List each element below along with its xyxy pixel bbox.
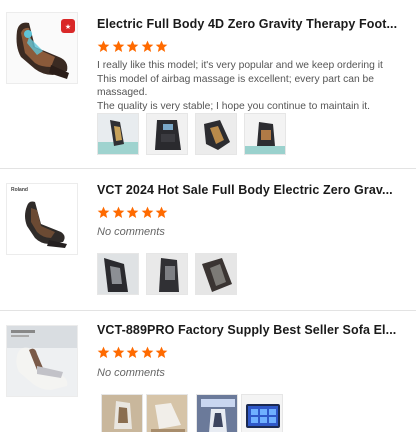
star-icon bbox=[112, 346, 124, 359]
review-photo[interactable] bbox=[195, 253, 237, 295]
review-photo-image bbox=[245, 114, 285, 154]
review-photo-image bbox=[102, 395, 142, 432]
star-icon bbox=[126, 346, 139, 359]
review-photo[interactable] bbox=[97, 113, 139, 155]
star-icon bbox=[112, 206, 124, 219]
review-photo-image bbox=[197, 395, 237, 432]
no-comments-text: No comments bbox=[97, 226, 165, 238]
review-photo[interactable] bbox=[196, 394, 238, 432]
star-icon bbox=[141, 206, 153, 219]
review-photo-image bbox=[147, 395, 187, 432]
review-photo[interactable] bbox=[146, 113, 188, 155]
rating-stars bbox=[97, 206, 168, 220]
comment-line: The quality is very stable; I hope you c… bbox=[97, 100, 371, 112]
no-comments-text: No comments bbox=[97, 367, 165, 379]
product-thumbnail[interactable]: Roland bbox=[6, 183, 78, 255]
review-photo[interactable] bbox=[146, 394, 188, 432]
review-photo-image bbox=[242, 395, 282, 432]
star-icon bbox=[155, 206, 168, 219]
review-item: Roland VCT 2024 Hot Sale Full Body Elect… bbox=[0, 169, 416, 310]
massage-chair-image bbox=[7, 184, 77, 254]
review-photo-image bbox=[98, 254, 138, 294]
review-photo[interactable] bbox=[146, 253, 188, 295]
review-photo[interactable] bbox=[244, 113, 286, 155]
massage-chair-image: ★ bbox=[7, 13, 77, 83]
star-icon bbox=[97, 40, 110, 53]
review-photo-image bbox=[98, 114, 138, 154]
comment-line: This model of airbag massage is excellen… bbox=[97, 73, 375, 99]
product-thumbnail[interactable]: ★ bbox=[6, 12, 78, 84]
review-photo[interactable] bbox=[241, 394, 283, 432]
star-icon bbox=[97, 206, 110, 219]
product-title[interactable]: VCT-889PRO Factory Supply Best Seller So… bbox=[97, 323, 409, 337]
star-icon bbox=[141, 40, 153, 53]
review-photo-image bbox=[147, 114, 187, 154]
brand-label: Roland bbox=[11, 187, 28, 193]
star-icon bbox=[126, 40, 139, 53]
review-comment: I really like this model; it's very popu… bbox=[97, 59, 413, 113]
star-icon bbox=[97, 346, 110, 359]
star-icon bbox=[155, 40, 168, 53]
svg-text:★: ★ bbox=[65, 23, 71, 31]
rating-stars bbox=[97, 346, 168, 360]
product-thumbnail[interactable] bbox=[6, 325, 78, 397]
product-title[interactable]: Electric Full Body 4D Zero Gravity Thera… bbox=[97, 17, 409, 31]
star-icon bbox=[112, 40, 124, 53]
star-icon bbox=[141, 346, 153, 359]
review-photo[interactable] bbox=[97, 253, 139, 295]
review-photo[interactable] bbox=[101, 394, 143, 432]
massage-chair-image bbox=[7, 326, 77, 396]
review-item: VCT-889PRO Factory Supply Best Seller So… bbox=[0, 311, 416, 432]
review-item: ★ Electric Full Body 4D Zero Gravity The… bbox=[0, 0, 416, 168]
rating-stars bbox=[97, 40, 168, 54]
review-photo-image bbox=[196, 114, 236, 154]
review-photo-image bbox=[147, 254, 187, 294]
review-photo[interactable] bbox=[195, 113, 237, 155]
product-title[interactable]: VCT 2024 Hot Sale Full Body Electric Zer… bbox=[97, 183, 409, 197]
comment-line: I really like this model; it's very popu… bbox=[97, 60, 383, 71]
review-photo-image bbox=[196, 254, 236, 294]
star-icon bbox=[126, 206, 139, 219]
star-icon bbox=[155, 346, 168, 359]
